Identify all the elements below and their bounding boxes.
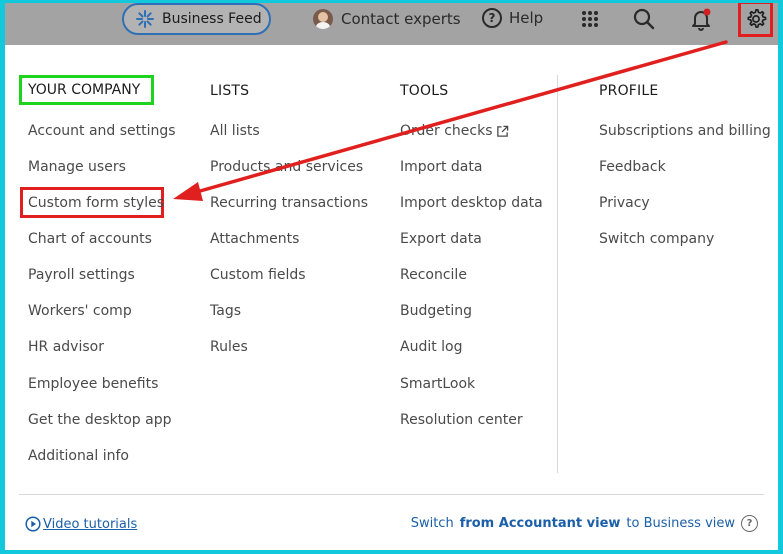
gear-icon [746, 9, 766, 28]
menu-item-privacy[interactable]: Privacy [599, 193, 650, 213]
menu-item-smartlook[interactable]: SmartLook [400, 374, 475, 394]
menu-item-switch-company[interactable]: Switch company [599, 229, 714, 249]
tools-heading: TOOLS [400, 83, 449, 99]
lists-heading: LISTS [210, 83, 250, 99]
menu-item-account-and-settings[interactable]: Account and settings [28, 121, 176, 141]
help-button[interactable]: ? Help [482, 5, 543, 31]
menu-item-hr-advisor[interactable]: HR advisor [28, 337, 104, 357]
menu-item-recurring-transactions[interactable]: Recurring transactions [210, 193, 368, 213]
video-tutorials-label: Video tutorials [43, 516, 138, 532]
menu-item-import-data[interactable]: Import data [400, 157, 482, 177]
menu-item-import-desktop-data[interactable]: Import desktop data [400, 193, 543, 213]
menu-item-get-desktop-app[interactable]: Get the desktop app [28, 410, 171, 430]
menu-item-manage-users[interactable]: Manage users [28, 157, 126, 177]
business-feed-icon [136, 10, 154, 28]
menu-item-chart-of-accounts[interactable]: Chart of accounts [28, 229, 152, 249]
top-bar: Business Feed Contact experts ? Help [5, 3, 778, 45]
menu-item-rules[interactable]: Rules [210, 337, 248, 357]
menu-item-subscriptions-and-billing[interactable]: Subscriptions and billing [599, 121, 771, 141]
column-divider [557, 75, 558, 473]
profile-heading: PROFILE [599, 83, 659, 99]
menu-item-workers-comp[interactable]: Workers' comp [28, 301, 132, 321]
external-link-icon [496, 125, 508, 137]
your-company-heading: YOUR COMPANY [19, 75, 154, 105]
menu-item-additional-info[interactable]: Additional info [28, 446, 129, 466]
help-circle-icon[interactable]: ? [741, 515, 758, 532]
settings-menu-window: Business Feed Contact experts ? Help YOU… [5, 3, 778, 550]
search-icon[interactable] [632, 7, 656, 31]
menu-item-audit-log[interactable]: Audit log [400, 337, 463, 357]
menu-item-all-lists[interactable]: All lists [210, 121, 260, 141]
bell-icon[interactable] [689, 7, 713, 31]
menu-item-employee-benefits[interactable]: Employee benefits [28, 374, 158, 394]
footer-divider [19, 494, 764, 495]
menu-item-budgeting[interactable]: Budgeting [400, 301, 472, 321]
contact-experts-label: Contact experts [341, 10, 461, 28]
gear-highlight-box[interactable] [738, 3, 773, 37]
help-label: Help [509, 9, 544, 27]
menu-item-resolution-center[interactable]: Resolution center [400, 410, 523, 430]
menu-item-reconcile[interactable]: Reconcile [400, 265, 467, 285]
menu-item-feedback[interactable]: Feedback [599, 157, 666, 177]
switch-bold-text: from Accountant view [459, 516, 621, 531]
business-feed-label: Business Feed [162, 11, 262, 27]
your-company-heading-label: YOUR COMPANY [28, 82, 141, 98]
help-icon: ? [482, 8, 502, 28]
contact-experts-button[interactable]: Contact experts [313, 7, 461, 31]
switch-view-link[interactable]: Switch from Accountant view to Business … [411, 515, 758, 532]
switch-suffix: to Business view [626, 516, 735, 531]
menu-item-tags[interactable]: Tags [210, 301, 241, 321]
apps-grid-icon[interactable] [578, 7, 602, 31]
menu-item-payroll-settings[interactable]: Payroll settings [28, 265, 135, 285]
video-tutorials-link[interactable]: Video tutorials [25, 516, 137, 532]
expert-avatar [313, 9, 333, 29]
play-circle-icon [25, 516, 41, 532]
menu-item-products-and-services[interactable]: Products and services [210, 157, 363, 177]
menu-item-order-checks[interactable]: Order checks [400, 121, 509, 141]
switch-prefix: Switch [410, 516, 454, 531]
business-feed-button[interactable]: Business Feed [122, 3, 271, 35]
order-checks-label: Order checks [400, 123, 493, 139]
menu-item-custom-fields[interactable]: Custom fields [210, 265, 306, 285]
menu-item-export-data[interactable]: Export data [400, 229, 482, 249]
menu-item-attachments[interactable]: Attachments [210, 229, 299, 249]
menu-item-custom-form-styles[interactable]: Custom form styles [28, 193, 164, 213]
